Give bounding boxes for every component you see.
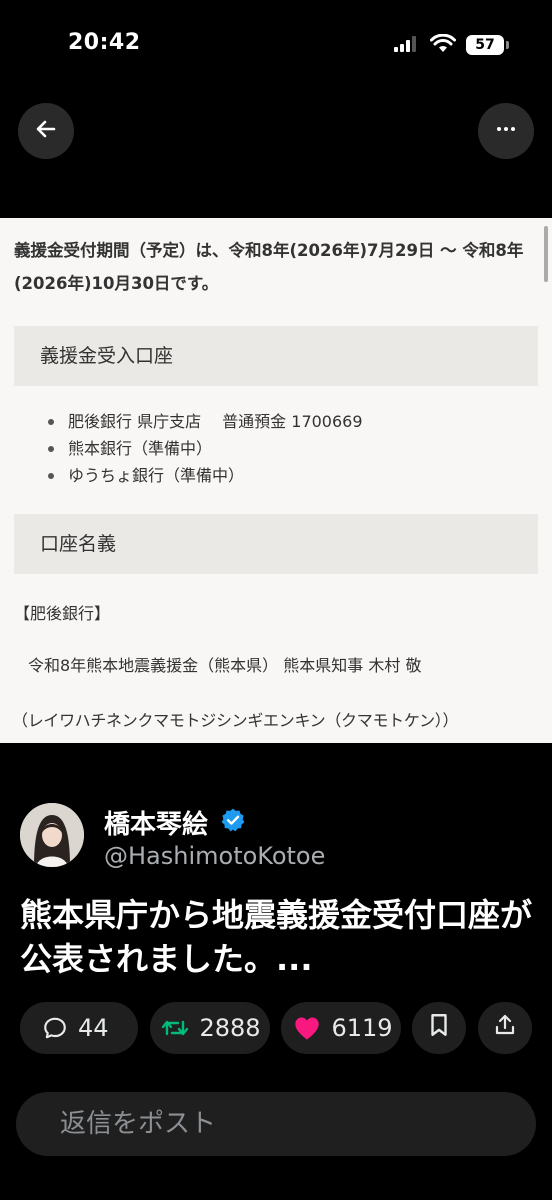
scrollbar bbox=[544, 226, 548, 282]
reply-bubble-icon bbox=[42, 1015, 68, 1041]
status-bar: 20:42 57 bbox=[0, 0, 552, 90]
status-time: 20:42 bbox=[68, 30, 141, 55]
battery-indicator: 57 bbox=[466, 35, 504, 55]
retweet-count: 2888 bbox=[199, 1014, 261, 1042]
heart-icon bbox=[293, 1015, 321, 1041]
retweet-button[interactable]: 2888 bbox=[150, 1002, 270, 1054]
verified-badge-icon bbox=[220, 807, 246, 837]
bookmark-icon bbox=[428, 1012, 450, 1044]
tweet-text[interactable]: 熊本県庁から地震義援金受付口座が公表されました。... bbox=[20, 893, 540, 981]
bank-list: 肥後銀行 県庁支店 普通預金 1700669 熊本銀行（準備中） ゆうちょ銀行（… bbox=[46, 408, 363, 489]
like-button[interactable]: 6119 bbox=[281, 1002, 401, 1054]
retweet-icon bbox=[161, 1015, 189, 1041]
holder-name: 令和8年熊本地震義援金（熊本県） 熊本県知事 木村 敬 bbox=[28, 656, 422, 675]
bookmark-button[interactable] bbox=[412, 1002, 466, 1054]
display-name[interactable]: 橋本琴絵 bbox=[104, 804, 208, 841]
account-heading: 義援金受入口座 bbox=[14, 326, 538, 386]
share-icon bbox=[493, 1012, 517, 1044]
cellular-signal-icon bbox=[394, 36, 418, 56]
list-item: 熊本銀行（準備中） bbox=[46, 435, 363, 462]
list-item: ゆうちょ銀行（準備中） bbox=[46, 462, 363, 489]
arrow-left-icon bbox=[34, 117, 58, 145]
wifi-icon bbox=[430, 33, 456, 58]
donation-period-text: 義援金受付期間（予定）は、令和8年(2026年)7月29日 ～ 令和8年(202… bbox=[14, 241, 524, 293]
like-count: 6119 bbox=[331, 1014, 393, 1042]
reply-button[interactable]: 44 bbox=[20, 1002, 138, 1054]
holder-heading: 口座名義 bbox=[14, 514, 538, 574]
reply-count: 44 bbox=[78, 1014, 109, 1042]
more-horizontal-icon bbox=[494, 117, 518, 145]
holder-bank-label: 【肥後銀行】 bbox=[14, 604, 111, 623]
share-button[interactable] bbox=[478, 1002, 532, 1054]
more-options-button[interactable] bbox=[478, 103, 534, 159]
battery-nub bbox=[506, 41, 509, 49]
reply-input[interactable]: 返信をポスト bbox=[16, 1092, 536, 1156]
list-item: 肥後銀行 県庁支店 普通預金 1700669 bbox=[46, 408, 363, 435]
back-button[interactable] bbox=[18, 103, 74, 159]
attached-image[interactable]: 義援金受付期間（予定）は、令和8年(2026年)7月29日 ～ 令和8年(202… bbox=[0, 218, 552, 743]
user-handle[interactable]: @HashimotoKotoe bbox=[104, 842, 325, 870]
avatar[interactable] bbox=[20, 803, 84, 867]
holder-kana: （レイワハチネンクマモトジシンギエンキン（クマモトケン）） bbox=[12, 711, 459, 730]
